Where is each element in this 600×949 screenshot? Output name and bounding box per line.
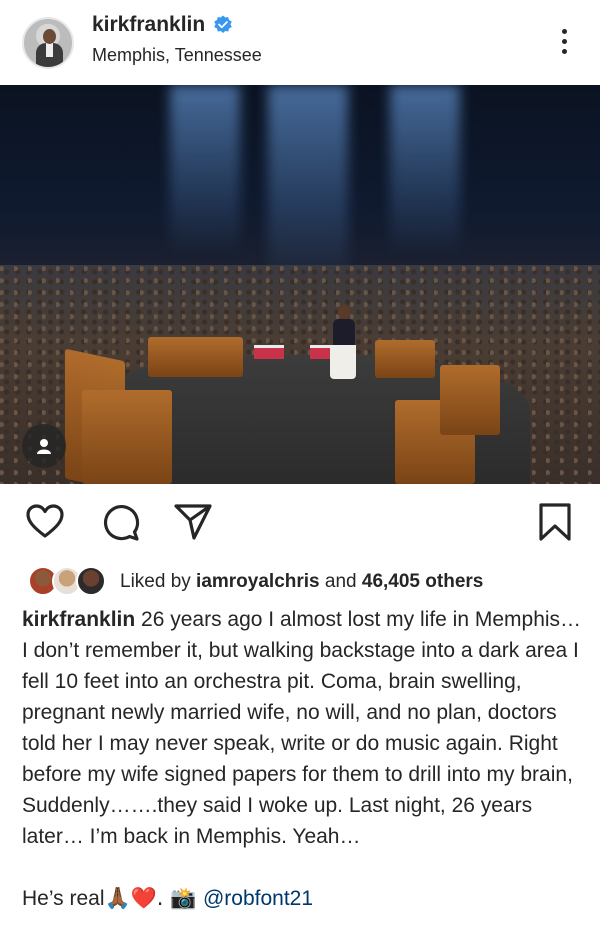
- caption-username[interactable]: kirkfranklin: [22, 608, 135, 631]
- send-icon[interactable]: [173, 502, 213, 542]
- likes-row[interactable]: Liked by iamroyalchris and 46,405 others: [28, 565, 483, 599]
- liked-by-username[interactable]: iamroyalchris: [196, 571, 320, 592]
- avatar: [76, 566, 106, 596]
- post-photo[interactable]: [0, 85, 600, 484]
- comment-icon[interactable]: [101, 502, 141, 542]
- heart-icon[interactable]: [25, 502, 65, 542]
- more-vertical-icon[interactable]: [552, 26, 576, 60]
- caption-signoff-text: He’s real: [22, 887, 105, 910]
- post-location[interactable]: Memphis, Tennessee: [92, 45, 262, 66]
- username-row: kirkfranklin: [92, 13, 233, 37]
- likes-prefix: Liked by: [120, 571, 197, 592]
- verified-badge-icon: [214, 15, 232, 33]
- user-tag-icon[interactable]: [22, 424, 66, 468]
- performer: [330, 305, 356, 385]
- likes-middle: and: [319, 571, 362, 592]
- profile-avatar[interactable]: [22, 17, 74, 69]
- post-caption: kirkfranklin 26 years ago I almost lost …: [22, 604, 582, 914]
- liker-avatars: [28, 566, 108, 598]
- post-username[interactable]: kirkfranklin: [92, 13, 205, 37]
- post-actions: [0, 484, 600, 556]
- caption-text: 26 years ago I almost lost my life in Me…: [22, 608, 587, 848]
- post-header: kirkfranklin Memphis, Tennessee: [0, 0, 600, 85]
- photographer-mention[interactable]: @robfont21: [203, 887, 313, 910]
- caption-signoff: He’s real🙏🏾❤️. 📸 @robfont21: [22, 883, 582, 914]
- bookmark-icon[interactable]: [535, 502, 575, 542]
- caption-emojis: 🙏🏾❤️. 📸: [104, 886, 203, 910]
- likes-summary: Liked by iamroyalchris and 46,405 others: [120, 571, 483, 593]
- likes-others-count[interactable]: 46,405 others: [362, 571, 483, 592]
